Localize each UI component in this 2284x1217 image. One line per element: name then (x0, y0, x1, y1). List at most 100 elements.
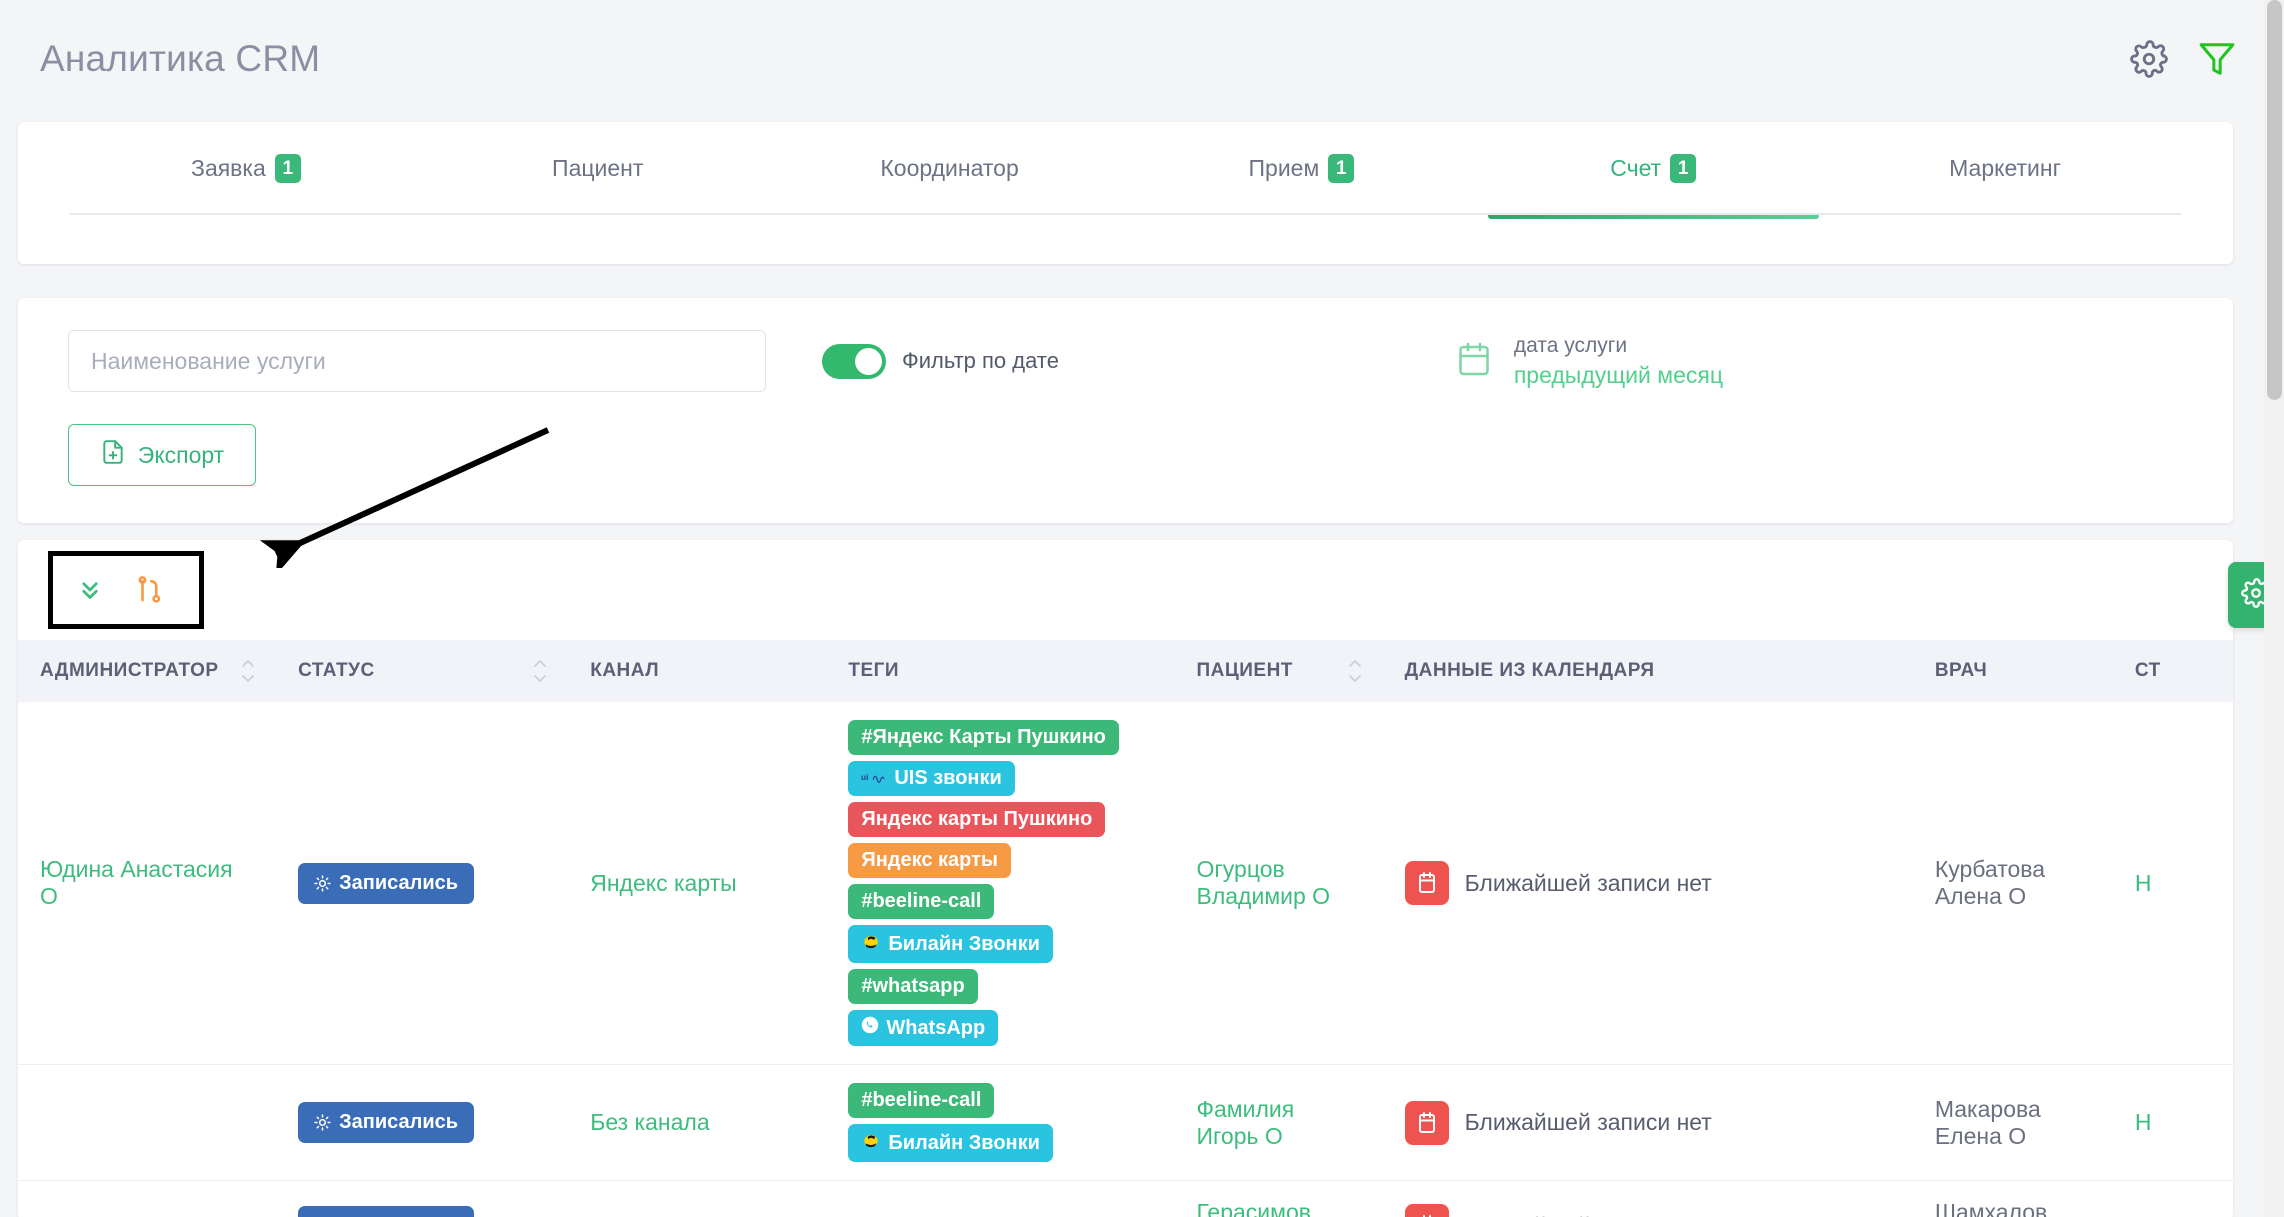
tab-label: Заявка (191, 154, 266, 181)
bee-icon (864, 936, 879, 949)
whatsapp-icon (861, 1016, 879, 1040)
cell-administrator: Юдина Анастасия О (18, 702, 277, 1065)
cell-truncated: Н (2112, 702, 2233, 1065)
patient-name[interactable]: Герасимов Евгений О (1197, 1199, 1311, 1217)
cell-tags: #beeline-call Билайн Звонки (826, 1064, 1175, 1181)
sort-icon[interactable] (1347, 660, 1363, 682)
tab-badge: 1 (1670, 153, 1697, 183)
cell-status: Записались (276, 1064, 569, 1181)
table-column-header[interactable]: ПАЦИЕНТ (1174, 640, 1383, 702)
status-badge[interactable]: Записались (298, 862, 475, 904)
table-row[interactable]: Записались Без канала #beeline-call Билайн … (18, 1064, 2233, 1181)
table-column-label: СТАТУС (298, 660, 375, 681)
tag-label: #whatsapp (861, 975, 965, 997)
cell-doctor: Курбатова Алена О (1912, 702, 2113, 1065)
status-badge-label: Записались (339, 871, 459, 894)
whatsapp-icon (862, 1016, 879, 1034)
tag-chip[interactable]: #whatsapp (848, 969, 978, 1004)
date-range-value: предыдущий месяц (1513, 361, 1723, 388)
patient-name[interactable]: Фамилия Игорь О (1197, 1096, 1295, 1149)
tag-label: #beeline-call (861, 890, 982, 912)
tab-6[interactable]: Маркетинг (1829, 122, 2181, 214)
calendar-status-text: Ближайшей записи нет (1465, 1213, 1712, 1217)
tag-chip[interactable]: Яндекс карты Пушкино (848, 802, 1106, 837)
truncated-value: Н (2135, 1213, 2152, 1217)
patient-name[interactable]: Огурцов Владимир О (1197, 856, 1331, 909)
table-column-header: ВРАЧ (1912, 640, 2113, 702)
cell-channel: Яндекс карты (568, 702, 827, 1065)
date-range-picker[interactable]: дата услуги предыдущий месяц (1456, 334, 1723, 389)
gear-icon[interactable] (2130, 40, 2168, 78)
file-export-icon (100, 439, 126, 471)
sun-icon (314, 874, 331, 892)
calendar-red-icon (1404, 861, 1449, 905)
cell-truncated: Н (2112, 1064, 2233, 1181)
tag-chip[interactable]: Билайн Звонки (848, 925, 1053, 963)
page-scrollbar-track[interactable] (2264, 0, 2284, 1217)
administrator-name: Юдина Анастасия О (40, 856, 233, 909)
tag-chip[interactable]: WhatsApp (848, 1010, 999, 1046)
results-table: АДМИНИСТРАТОР СТАТУС КАНАЛ ТЕГИ ПАЦИЕНТ ДАННЫ… (18, 640, 2233, 1217)
table-column-label: ДАННЫЕ ИЗ КАЛЕНДАРЯ (1404, 660, 1655, 681)
table-column-header[interactable]: АДМИНИСТРАТОР (18, 640, 277, 702)
git-branch-icon[interactable] (135, 575, 165, 605)
doctor-name: Макарова Елена О (1934, 1095, 2041, 1149)
sort-icon[interactable] (532, 660, 548, 682)
tag-chip[interactable]: #Яндекс Карты Пушкино (848, 720, 1119, 755)
tag-list: #Яндекс Карты Пушкино ui UIS звонки Яндекс … (848, 720, 1152, 1046)
tag-chip[interactable]: ui UIS звонки (848, 761, 1015, 796)
cell-channel: Без канала (568, 1181, 826, 1217)
double-chevron-down-icon[interactable] (75, 575, 105, 605)
tab-4[interactable]: Прием 1 (1125, 122, 1477, 214)
date-filter-toggle-group: Фильтр по дате (822, 343, 1059, 379)
calendar-status-text: Ближайшей записи нет (1464, 869, 1712, 896)
tab-2[interactable]: Пациент (422, 122, 774, 214)
search-input[interactable] (68, 330, 766, 392)
tag-label: WhatsApp (886, 1016, 986, 1039)
table-row[interactable]: Записались Без канала Герасимов Евгений О Б… (18, 1181, 2233, 1217)
tag-chip[interactable]: Яндекс карты (848, 843, 1012, 878)
table-column-header: ДАННЫЕ ИЗ КАЛЕНДАРЯ (1382, 640, 1913, 702)
truncated-value: Н (2134, 869, 2152, 896)
date-range-label: дата услуги (1513, 333, 1628, 357)
table-column-header[interactable]: СТАТУС (276, 640, 569, 702)
tag-chip[interactable]: Билайн Звонки (848, 1124, 1053, 1162)
export-button-label: Экспорт (137, 441, 225, 468)
table-header-row: АДМИНИСТРАТОР СТАТУС КАНАЛ ТЕГИ ПАЦИЕНТ ДАННЫ… (18, 640, 2233, 702)
sort-icon[interactable] (240, 660, 256, 682)
table-column-label: ПАЦИЕНТ (1196, 660, 1293, 681)
results-table-card: АДМИНИСТРАТОР СТАТУС КАНАЛ ТЕГИ ПАЦИЕНТ ДАННЫ… (18, 540, 2233, 1217)
sun-icon (314, 1114, 331, 1131)
page-scrollbar-thumb[interactable] (2267, 0, 2282, 400)
status-badge[interactable]: Записались (298, 1205, 475, 1217)
tag-chip[interactable]: #beeline-call (848, 1083, 995, 1118)
table-column-header: ТЕГИ (826, 640, 1175, 702)
date-filter-toggle[interactable] (822, 343, 886, 379)
table-body: Юдина Анастасия О Записались Яндекс карты #… (18, 702, 2233, 1217)
tag-chip[interactable]: #beeline-call (848, 884, 995, 919)
channel-name: Без канала (590, 1213, 709, 1217)
cell-tags: #Яндекс Карты Пушкино ui UIS звонки Яндекс … (826, 702, 1175, 1065)
tab-badge: 1 (274, 153, 301, 183)
tab-label: Координатор (880, 154, 1019, 181)
table-column-label: ТЕГИ (848, 660, 900, 681)
tab-3[interactable]: Координатор (774, 122, 1126, 214)
doctor-name: Курбатова Алена О (1934, 856, 2046, 909)
calendar-icon (1456, 341, 1492, 382)
tab-label: Счет (1610, 154, 1662, 181)
table-column-header: СТ (2112, 640, 2233, 702)
tab-1[interactable]: Заявка 1 (70, 122, 422, 214)
export-button[interactable]: Экспорт (68, 424, 256, 486)
table-toolbar (18, 540, 2233, 640)
page-title: Аналитика CRM (40, 38, 321, 79)
tabs-card: Заявка 1 Пациент Координатор Прием 1 Счет 1 Марк… (18, 122, 2233, 264)
tab-5[interactable]: Счет 1 (1477, 122, 1829, 219)
bee-icon (861, 1130, 881, 1156)
cell-status: Записались (276, 702, 569, 1065)
status-badge[interactable]: Записались (298, 1102, 475, 1143)
uis-logo-icon: ui (861, 767, 887, 790)
tag-list: #beeline-call Билайн Звонки (848, 1083, 1152, 1162)
funnel-icon[interactable] (2198, 40, 2236, 78)
table-row[interactable]: Юдина Анастасия О Записались Яндекс карты #… (18, 702, 2233, 1065)
tab-badge: 1 (1328, 153, 1355, 183)
